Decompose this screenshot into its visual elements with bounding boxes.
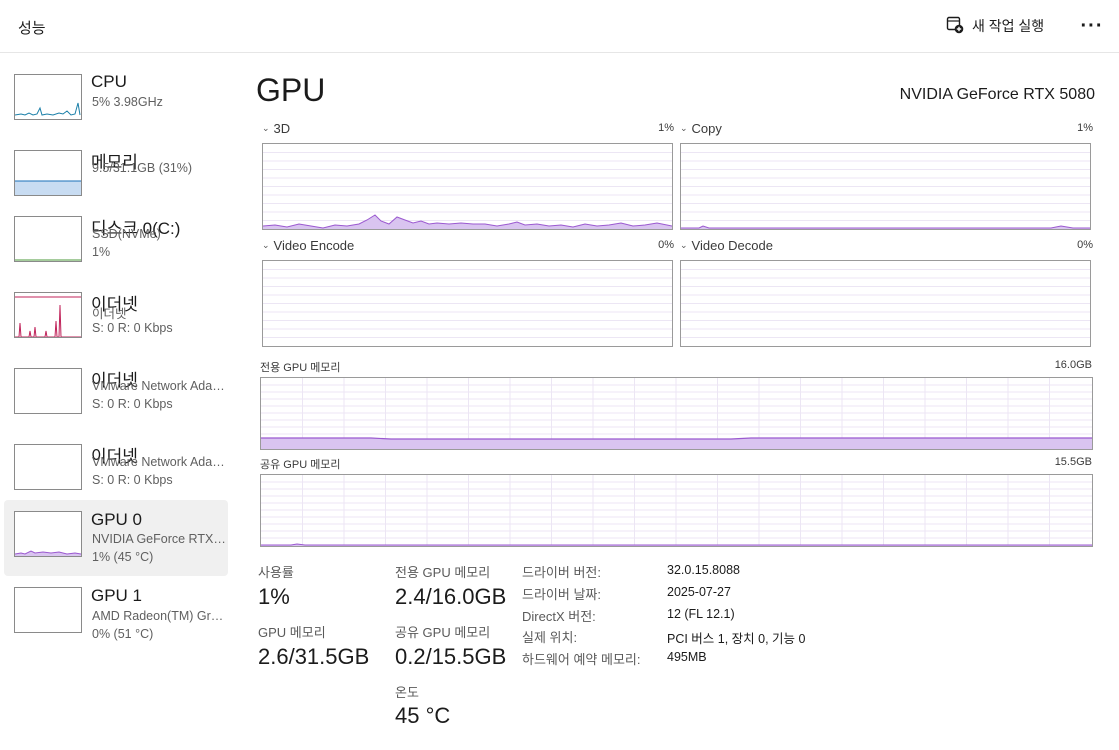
engine-percent: 1% xyxy=(658,122,674,134)
gpu-thumbnail-graph xyxy=(14,587,82,633)
graph-3d xyxy=(262,143,673,230)
disk-thumbnail-graph xyxy=(14,216,82,262)
engine-selector-video-encode[interactable]: ⌄ Video Encode xyxy=(262,238,354,253)
engine-selector-copy[interactable]: ⌄ Copy xyxy=(680,121,722,136)
sidebar-item-detail: AMD Radeon(TM) Graphics xyxy=(92,609,228,623)
dedicated-memory-stat-value: 2.4/16.0GB xyxy=(395,584,507,609)
directx-version-label: DirectX 버전: xyxy=(522,609,596,624)
engine-label: Video Decode xyxy=(691,238,773,253)
physical-location-value: PCI 버스 1, 장치 0, 기능 0 xyxy=(667,632,806,646)
chevron-down-icon: ⌄ xyxy=(680,123,688,133)
dedicated-memory-max: 16.0GB xyxy=(1054,359,1092,371)
hardware-reserved-memory-label: 하드웨어 예약 메모리: xyxy=(522,652,641,667)
utilization-value: 1% xyxy=(258,584,290,609)
ethernet-thumbnail-graph xyxy=(14,292,82,338)
sidebar-item-title: CPU xyxy=(91,72,127,91)
engine-label: Video Encode xyxy=(273,238,355,253)
cpu-thumbnail-graph xyxy=(14,74,82,120)
memory-thumbnail-graph xyxy=(14,150,82,196)
sidebar-item-usage: 0% (51 °C) xyxy=(92,627,154,641)
sidebar-item-detail: VMware Network Adapter VMnet1 xyxy=(92,379,228,393)
sidebar-item-detail: NVIDIA GeForce RTX 5080 xyxy=(92,532,228,546)
new-task-icon xyxy=(946,16,964,37)
run-new-task-button[interactable]: 새 작업 실행 xyxy=(946,12,1044,40)
temperature-label: 온도 xyxy=(395,685,419,700)
gpu-device-name: NVIDIA GeForce RTX 5080 xyxy=(899,86,1095,103)
driver-version-value: 32.0.15.8088 xyxy=(667,563,740,577)
engine-selector-video-decode[interactable]: ⌄ Video Decode xyxy=(680,238,773,253)
engine-percent: 0% xyxy=(1077,239,1093,251)
physical-location-label: 실제 위치: xyxy=(522,630,578,645)
sidebar-item-detail: VMware Network Adapter VMnet8 xyxy=(92,455,228,469)
page-title: 성능 xyxy=(18,20,46,37)
sidebar-item-usage: 1% xyxy=(92,245,111,259)
sidebar-item-detail: SSD(NVMe) xyxy=(92,227,161,241)
sidebar-item-memory[interactable]: 메모리 9.5/31.1GB (31%) xyxy=(4,140,228,214)
graph-video-encode xyxy=(262,260,673,347)
shared-memory-max: 15.5GB xyxy=(1054,456,1092,468)
sidebar-item-disk[interactable]: 디스크 0(C:) SSD(NVMe) 1% xyxy=(4,206,228,280)
temperature-value: 45 °C xyxy=(395,703,451,728)
engine-percent: 1% xyxy=(1077,122,1093,134)
run-new-task-label: 새 작업 실행 xyxy=(972,18,1045,34)
sidebar-item-ethernet-vmnet1[interactable]: 이더넷 VMware Network Adapter VMnet1 S: 0 R… xyxy=(4,358,228,432)
sidebar-item-ethernet-vmnet8[interactable]: 이더넷 VMware Network Adapter VMnet8 S: 0 R… xyxy=(4,434,228,508)
sidebar-item-usage: 1% (45 °C) xyxy=(92,550,154,564)
ethernet-thumbnail-graph xyxy=(14,444,82,490)
chevron-down-icon: ⌄ xyxy=(680,240,688,250)
graph-dedicated-memory xyxy=(260,377,1093,450)
engine-selector-3d[interactable]: ⌄ 3D xyxy=(262,121,290,136)
driver-date-label: 드라이버 날짜: xyxy=(522,587,601,602)
graph-copy xyxy=(680,143,1091,230)
sidebar-item-detail: 9.5/31.1GB (31%) xyxy=(92,161,193,175)
shared-memory-label: 공유 GPU 메모리 xyxy=(260,459,341,471)
driver-version-label: 드라이버 버전: xyxy=(522,565,601,580)
shared-memory-stat-label: 공유 GPU 메모리 xyxy=(395,625,491,640)
engine-percent: 0% xyxy=(658,239,674,251)
driver-date-value: 2025-07-27 xyxy=(667,585,731,599)
engine-label: 3D xyxy=(273,121,291,136)
main-title: GPU xyxy=(256,72,326,108)
sidebar-item-gpu-1[interactable]: GPU 1 AMD Radeon(TM) Graphics 0% (51 °C) xyxy=(4,584,228,658)
sidebar-item-cpu[interactable]: CPU 5% 3.98GHz xyxy=(4,64,228,138)
utilization-label: 사용률 xyxy=(258,565,294,580)
sidebar-item-detail: 이더넷 xyxy=(92,307,127,321)
sidebar-item-gpu-0[interactable]: GPU 0 NVIDIA GeForce RTX 5080 1% (45 °C) xyxy=(4,500,228,576)
sidebar-item-title: GPU 0 xyxy=(91,510,143,529)
chevron-down-icon: ⌄ xyxy=(262,123,270,133)
gpu-memory-label: GPU 메모리 xyxy=(258,625,326,640)
more-options-button[interactable]: ··· xyxy=(1078,12,1106,40)
sidebar-item-throughput: S: 0 R: 0 Kbps xyxy=(92,321,173,335)
gpu-thumbnail-graph xyxy=(14,511,82,557)
chevron-down-icon: ⌄ xyxy=(262,240,270,250)
more-icon: ··· xyxy=(1080,14,1104,37)
dedicated-memory-stat-label: 전용 GPU 메모리 xyxy=(395,565,491,580)
graph-shared-memory xyxy=(260,474,1093,547)
gpu-memory-value: 2.6/31.5GB xyxy=(258,644,370,669)
sidebar-item-ethernet[interactable]: 이더넷 이더넷 S: 0 R: 0 Kbps xyxy=(4,282,228,356)
hardware-reserved-memory-value: 495MB xyxy=(667,650,707,664)
sidebar-item-throughput: S: 0 R: 0 Kbps xyxy=(92,397,173,411)
sidebar-item-detail: 5% 3.98GHz xyxy=(92,95,163,109)
ethernet-thumbnail-graph xyxy=(14,368,82,414)
sidebar-item-throughput: S: 0 R: 0 Kbps xyxy=(92,473,173,487)
graph-video-decode xyxy=(680,260,1091,347)
dedicated-memory-label: 전용 GPU 메모리 xyxy=(260,362,341,374)
sidebar-item-title: GPU 1 xyxy=(91,586,143,605)
directx-version-value: 12 (FL 12.1) xyxy=(667,607,735,621)
shared-memory-stat-value: 0.2/15.5GB xyxy=(395,644,507,669)
top-bar: 성능 새 작업 실행 ··· xyxy=(0,0,1119,53)
engine-label: Copy xyxy=(691,121,722,136)
